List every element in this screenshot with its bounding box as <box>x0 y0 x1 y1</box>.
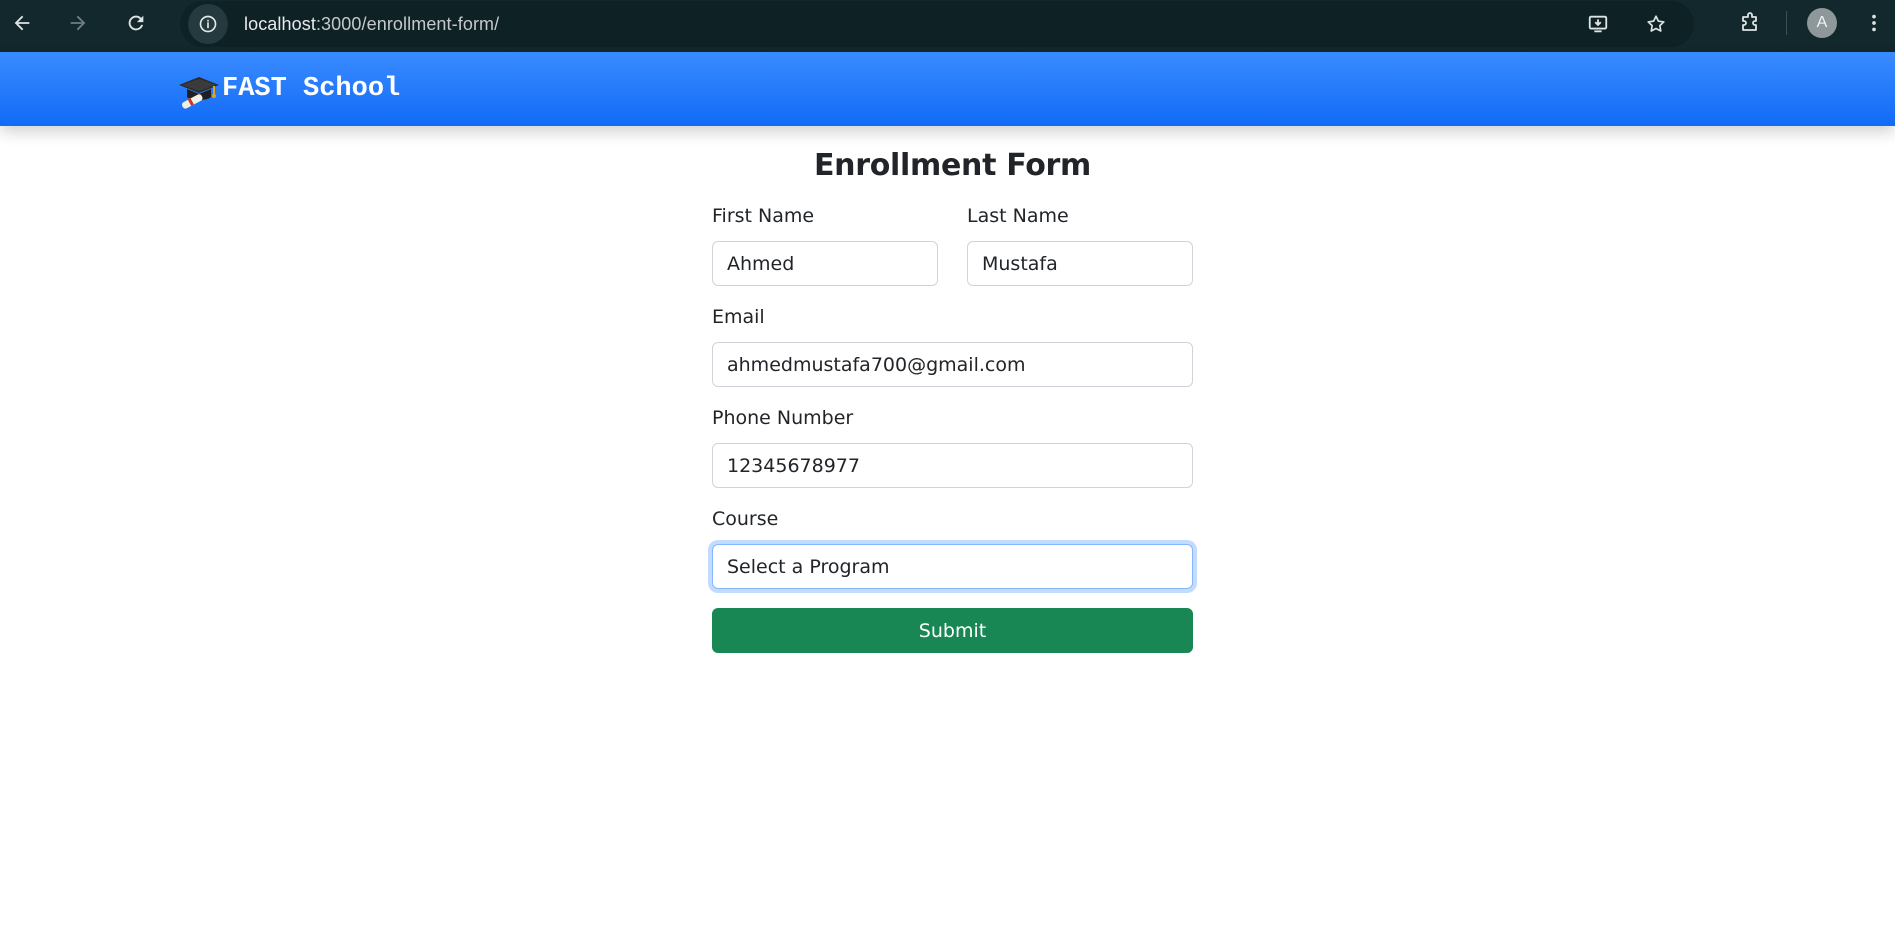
install-icon <box>1588 15 1608 33</box>
last-name-group: Last Name Mustafa <box>967 205 1193 286</box>
submit-button[interactable]: Submit <box>712 608 1193 653</box>
forward-button[interactable] <box>58 3 98 43</box>
phone-input[interactable]: 12345678977 <box>712 443 1193 488</box>
first-name-group: First Name Ahmed <box>712 205 938 286</box>
puzzle-icon <box>1742 12 1757 31</box>
star-icon <box>1647 15 1665 32</box>
bookmark-button[interactable] <box>1636 4 1676 44</box>
name-row: First Name Ahmed Last Name Mustafa <box>712 205 1193 286</box>
first-name-label: First Name <box>712 205 815 227</box>
more-vertical-icon <box>1872 14 1876 32</box>
graduation-cap-icon <box>178 68 220 110</box>
browser-menu-button[interactable] <box>1859 3 1889 43</box>
site-header: FAST School <box>0 52 1895 126</box>
url-host: localhost <box>244 13 316 34</box>
email-label: Email <box>712 306 765 328</box>
course-select[interactable]: Select a Program <box>712 544 1193 589</box>
install-app-button[interactable] <box>1578 4 1618 44</box>
arrow-left-icon <box>14 15 30 31</box>
address-bar[interactable]: localhost:3000/enrollment-form/ <box>180 1 1694 47</box>
enrollment-form: Enrollment Form First Name Ahmed Last Na… <box>712 148 1193 653</box>
course-group: Course Select a Program <box>712 508 1193 589</box>
url-path: :3000/enrollment-form/ <box>315 13 500 34</box>
first-name-input[interactable]: Ahmed <box>712 241 938 286</box>
email-group: Email ahmedmustafa700@gmail.com <box>712 306 1193 387</box>
email-input[interactable]: ahmedmustafa700@gmail.com <box>712 342 1193 387</box>
extensions-button[interactable] <box>1730 3 1770 43</box>
toolbar-divider <box>1786 11 1787 35</box>
phone-group: Phone Number 12345678977 <box>712 407 1193 488</box>
phone-label: Phone Number <box>712 407 854 429</box>
profile-avatar[interactable]: A <box>1807 8 1837 38</box>
brand-link[interactable]: FAST School <box>178 68 400 110</box>
info-icon <box>199 15 217 33</box>
brand-name: FAST School <box>222 74 401 104</box>
browser-toolbar: localhost:3000/enrollment-form/ A <box>0 0 1895 52</box>
reload-button[interactable] <box>116 3 156 43</box>
site-info-button[interactable] <box>188 4 228 44</box>
course-label: Course <box>712 508 779 530</box>
back-button[interactable] <box>2 3 42 43</box>
reload-icon <box>128 15 144 31</box>
last-name-input[interactable]: Mustafa <box>967 241 1193 286</box>
url-text[interactable]: localhost:3000/enrollment-form/ <box>244 14 499 35</box>
arrow-right-icon <box>70 15 86 31</box>
form-title: Enrollment Form <box>813 148 1091 183</box>
last-name-label: Last Name <box>967 205 1069 227</box>
